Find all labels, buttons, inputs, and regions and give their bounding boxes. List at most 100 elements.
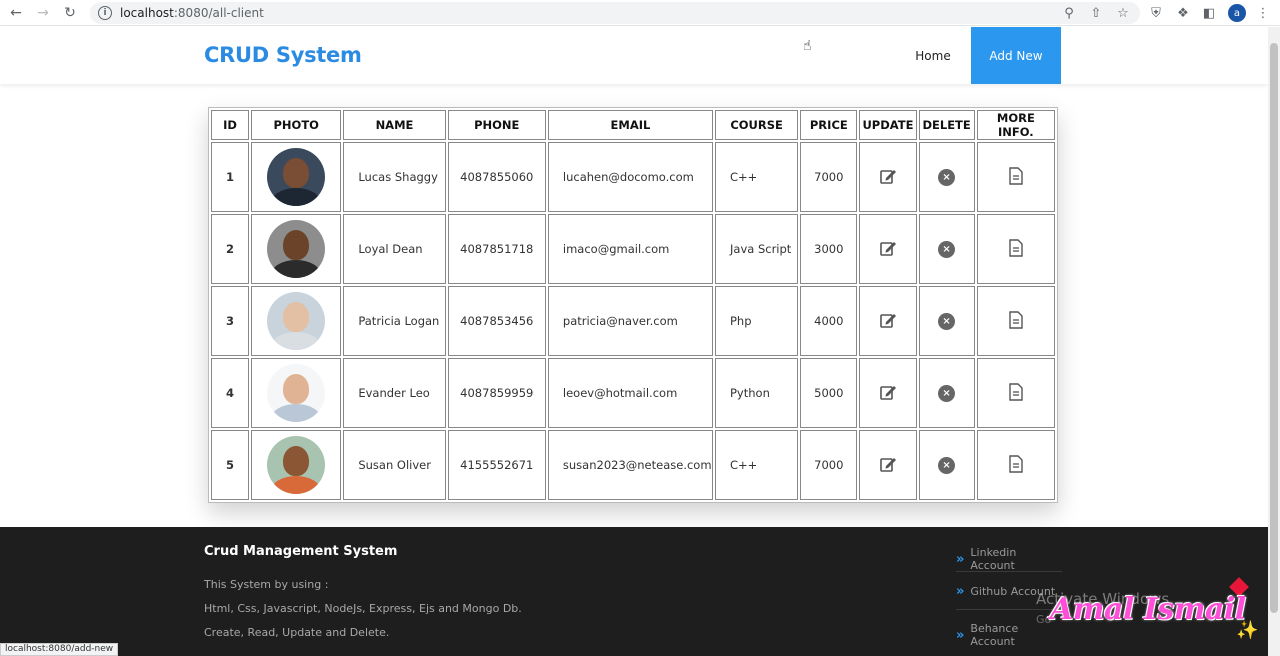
status-bar-url: localhost:8080/add-new [0, 643, 119, 656]
app-navbar: CRUD System Home Add New [0, 27, 1268, 84]
cell-id: 2 [211, 214, 250, 284]
edit-icon[interactable] [879, 239, 897, 257]
sparkle-icon: ✨ [1236, 620, 1259, 641]
footer-divider [956, 609, 1062, 610]
document-info-icon[interactable] [1008, 238, 1024, 257]
cell-update [859, 142, 917, 212]
shield-extension-icon[interactable]: ⛨ [1147, 4, 1165, 22]
cell-name: Patricia Logan [343, 286, 446, 356]
windows-activation-watermark-sub: Go [1036, 613, 1052, 626]
url-text: localhost:8080/all-client [120, 6, 264, 20]
client-avatar [267, 364, 326, 422]
client-avatar [267, 292, 326, 350]
cell-course: Java Script [715, 214, 799, 284]
header-course: COURSE [715, 110, 799, 140]
delete-x-icon[interactable]: × [938, 456, 956, 474]
cell-phone: 4087859959 [447, 358, 546, 428]
cell-photo [251, 286, 342, 356]
document-info-icon[interactable] [1008, 382, 1024, 401]
cell-update [859, 214, 917, 284]
signature-overlay: Amal Ismail [1050, 592, 1246, 627]
client-avatar [267, 436, 326, 494]
chevron-double-right-icon: » [956, 551, 965, 567]
cell-name: Loyal Dean [343, 214, 446, 284]
header-photo: PHOTO [251, 110, 342, 140]
cell-name: Evander Leo [343, 358, 446, 428]
cell-delete: × [918, 214, 975, 284]
delete-x-icon[interactable]: × [938, 312, 956, 330]
cell-more-info [976, 142, 1055, 212]
cell-delete: × [918, 358, 975, 428]
table-row: 3 Patricia Logan 4087853456 patricia@nav… [211, 286, 1055, 356]
bookmark-star-icon[interactable]: ☆ [1114, 4, 1132, 22]
cell-photo [251, 142, 342, 212]
address-bar[interactable]: i localhost:8080/all-client [90, 2, 1140, 24]
footer-text-line: Create, Read, Update and Delete. [204, 626, 390, 639]
document-info-icon[interactable] [1008, 166, 1024, 185]
footer-title: Crud Management System [204, 544, 398, 559]
nav-home-link[interactable]: Home [903, 27, 963, 84]
cell-email: susan2023@netease.com [547, 430, 713, 500]
edit-icon[interactable] [879, 455, 897, 473]
cell-phone: 4155552671 [447, 430, 546, 500]
profile-avatar[interactable]: a [1228, 4, 1246, 22]
delete-x-icon[interactable]: × [938, 240, 956, 258]
extensions-puzzle-icon[interactable]: ❖ [1174, 4, 1192, 22]
cell-email: patricia@naver.com [547, 286, 713, 356]
footer-divider [956, 571, 1062, 572]
edit-icon[interactable] [879, 167, 897, 185]
brand-logo[interactable]: CRUD System [204, 43, 362, 67]
cell-phone: 4087855060 [447, 142, 546, 212]
footer-link-linkedin[interactable]: » Linkedin Account [956, 546, 1062, 572]
cell-name: Lucas Shaggy [343, 142, 446, 212]
page-scrollbar[interactable] [1268, 27, 1280, 656]
cell-id: 5 [211, 430, 250, 500]
scrollbar-thumb[interactable] [1270, 43, 1278, 613]
document-info-icon[interactable] [1008, 454, 1024, 473]
header-price: PRICE [800, 110, 858, 140]
cell-update [859, 286, 917, 356]
cell-price: 3000 [800, 214, 858, 284]
document-info-icon[interactable] [1008, 310, 1024, 329]
cell-more-info [976, 430, 1055, 500]
zoom-icon[interactable]: ⚲ [1060, 4, 1078, 22]
cell-photo [251, 358, 342, 428]
header-email: EMAIL [547, 110, 713, 140]
cell-phone: 4087853456 [447, 286, 546, 356]
cell-photo [251, 214, 342, 284]
cell-more-info [976, 214, 1055, 284]
cell-more-info [976, 286, 1055, 356]
cell-id: 4 [211, 358, 250, 428]
cell-name: Susan Oliver [343, 430, 446, 500]
mouse-cursor-icon: ☝ [803, 38, 812, 54]
cell-delete: × [918, 142, 975, 212]
header-id: ID [211, 110, 250, 140]
cell-course: C++ [715, 142, 799, 212]
edit-icon[interactable] [879, 383, 897, 401]
cell-course: C++ [715, 430, 799, 500]
header-name: NAME [343, 110, 446, 140]
site-info-icon[interactable]: i [98, 6, 112, 20]
table-row: 1 Lucas Shaggy 4087855060 lucahen@docomo… [211, 142, 1055, 212]
menu-kebab-icon[interactable]: ⋮ [1254, 4, 1272, 22]
cell-update [859, 358, 917, 428]
side-panel-icon[interactable]: ◧ [1200, 4, 1218, 22]
share-icon[interactable]: ⇧ [1087, 4, 1105, 22]
back-icon[interactable]: ← [6, 3, 26, 23]
browser-toolbar: ← → ↻ i localhost:8080/all-client ⚲ ⇧ ☆ … [0, 0, 1280, 26]
cell-id: 3 [211, 286, 250, 356]
header-update: UPDATE [859, 110, 917, 140]
cell-course: Python [715, 358, 799, 428]
nav-add-new-button[interactable]: Add New [971, 27, 1061, 84]
header-delete: DELETE [918, 110, 975, 140]
edit-icon[interactable] [879, 311, 897, 329]
delete-x-icon[interactable]: × [938, 168, 956, 186]
cell-photo [251, 430, 342, 500]
cell-email: imaco@gmail.com [547, 214, 713, 284]
cell-price: 5000 [800, 358, 858, 428]
footer-text-line: Html, Css, Javascript, NodeJs, Express, … [204, 602, 522, 615]
reload-icon[interactable]: ↻ [60, 3, 80, 23]
forward-icon[interactable]: → [33, 3, 53, 23]
cell-price: 7000 [800, 430, 858, 500]
delete-x-icon[interactable]: × [938, 384, 956, 402]
